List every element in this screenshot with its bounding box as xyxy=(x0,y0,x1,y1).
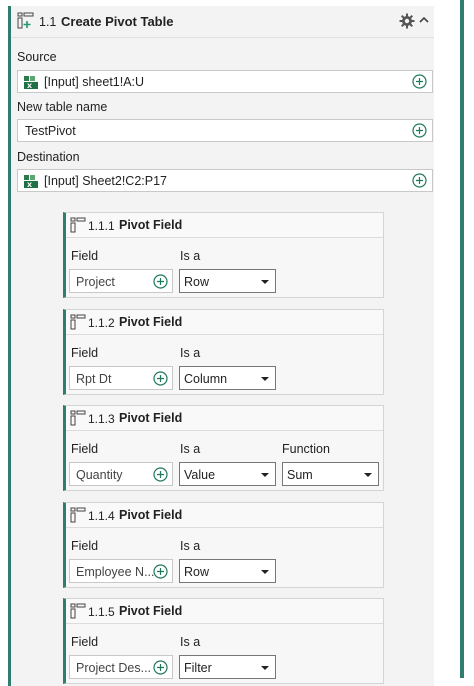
pivot-field-number: 1.1.3 xyxy=(88,412,115,426)
field-input[interactable]: Project Des... xyxy=(69,655,173,679)
source-field[interactable]: X [Input] sheet1!A:U xyxy=(17,70,433,93)
chevron-up-icon[interactable] xyxy=(418,14,430,29)
is-a-label: Is a xyxy=(180,249,201,263)
pivot-field-title: Pivot Field xyxy=(119,218,183,232)
add-circle-icon[interactable] xyxy=(153,274,168,289)
is-a-label: Is a xyxy=(180,539,201,553)
svg-text:X: X xyxy=(27,82,32,89)
excel-range-icon: X xyxy=(24,76,38,92)
pivot-field-icon xyxy=(70,410,86,429)
pivot-field-header[interactable]: 1.1.2 Pivot Field xyxy=(66,310,383,335)
pivot-field-card: 1.1.4 Pivot Field Field Is a Employee N.… xyxy=(63,502,384,588)
field-input[interactable]: Employee N... xyxy=(69,559,173,583)
is-a-select[interactable]: Filter xyxy=(179,655,276,679)
is-a-select[interactable]: Column xyxy=(179,366,276,390)
action-number: 1.1 xyxy=(39,15,57,29)
destination-label: Destination xyxy=(17,150,80,164)
svg-text:X: X xyxy=(27,181,32,188)
is-a-value: Value xyxy=(184,468,216,482)
field-input[interactable]: Rpt Dt xyxy=(69,366,173,390)
is-a-select[interactable]: Value xyxy=(179,462,276,486)
field-value: Project Des... xyxy=(76,661,152,675)
pivot-field-header[interactable]: 1.1.4 Pivot Field xyxy=(66,503,383,528)
field-label: Field xyxy=(71,346,99,360)
pivot-field-title: Pivot Field xyxy=(119,508,183,522)
function-value: Sum xyxy=(287,468,313,482)
is-a-select[interactable]: Row xyxy=(179,559,276,583)
new-table-name-field[interactable]: TestPivot xyxy=(17,119,433,142)
is-a-label: Is a xyxy=(180,346,201,360)
pivot-field-number: 1.1.1 xyxy=(88,219,115,233)
field-label: Field xyxy=(71,442,99,456)
dropdown-arrow-icon xyxy=(261,570,269,574)
add-circle-icon[interactable] xyxy=(412,123,427,138)
excel-range-icon: X xyxy=(24,175,38,191)
pivot-field-title: Pivot Field xyxy=(119,604,183,618)
is-a-label: Is a xyxy=(180,635,201,649)
pivot-field-card: 1.1.1 Pivot Field Field Is a Project Row xyxy=(63,212,384,298)
dropdown-arrow-icon xyxy=(364,473,372,477)
right-accent-bar xyxy=(460,0,464,678)
source-label: Source xyxy=(17,50,57,64)
pivot-field-card: 1.1.5 Pivot Field Field Is a Project Des… xyxy=(63,598,384,684)
pivot-field-number: 1.1.5 xyxy=(88,605,115,619)
add-circle-icon[interactable] xyxy=(153,467,168,482)
dropdown-arrow-icon xyxy=(261,473,269,477)
pivot-field-header[interactable]: 1.1.5 Pivot Field xyxy=(66,599,383,624)
field-value: Quantity xyxy=(76,468,123,482)
is-a-value: Row xyxy=(184,275,210,289)
dropdown-arrow-icon xyxy=(261,280,269,284)
source-value: [Input] sheet1!A:U xyxy=(44,75,145,89)
field-label: Field xyxy=(71,635,99,649)
pivot-field-number: 1.1.2 xyxy=(88,316,115,330)
add-circle-icon[interactable] xyxy=(412,74,427,89)
pivot-field-icon xyxy=(70,507,86,526)
destination-value: [Input] Sheet2!C2:P17 xyxy=(44,174,168,188)
is-a-label: Is a xyxy=(180,442,201,456)
gear-icon[interactable] xyxy=(399,13,415,32)
is-a-value: Filter xyxy=(184,661,212,675)
field-label: Field xyxy=(71,249,99,263)
field-input[interactable]: Quantity xyxy=(69,462,173,486)
is-a-select[interactable]: Row xyxy=(179,269,276,293)
dropdown-arrow-icon xyxy=(261,666,269,670)
function-label: Function xyxy=(282,442,330,456)
pivot-field-icon xyxy=(70,603,86,622)
new-table-name-value: TestPivot xyxy=(25,124,76,138)
new-table-name-label: New table name xyxy=(17,100,108,114)
field-input[interactable]: Project xyxy=(69,269,173,293)
is-a-value: Column xyxy=(184,372,228,386)
add-circle-icon[interactable] xyxy=(153,564,168,579)
pivot-field-title: Pivot Field xyxy=(119,315,183,329)
is-a-value: Row xyxy=(184,565,210,579)
create-pivot-table-panel: 1.1 Create Pivot Table Source X [Input] … xyxy=(8,6,434,686)
pivot-table-add-icon xyxy=(17,12,37,33)
pivot-field-card: 1.1.3 Pivot Field Field Is a Function Qu… xyxy=(63,405,384,491)
dropdown-arrow-icon xyxy=(261,377,269,381)
field-value: Project xyxy=(76,275,115,289)
add-circle-icon[interactable] xyxy=(153,660,168,675)
pivot-field-header[interactable]: 1.1.1 Pivot Field xyxy=(66,213,383,238)
pivot-field-number: 1.1.4 xyxy=(88,509,115,523)
pivot-field-title: Pivot Field xyxy=(119,411,183,425)
add-circle-icon[interactable] xyxy=(153,371,168,386)
action-title: Create Pivot Table xyxy=(61,14,174,29)
destination-field[interactable]: X [Input] Sheet2!C2:P17 xyxy=(17,169,433,192)
function-select[interactable]: Sum xyxy=(282,462,379,486)
pivot-field-icon xyxy=(70,314,86,333)
field-label: Field xyxy=(71,539,99,553)
field-value: Rpt Dt xyxy=(76,372,112,386)
field-value: Employee N... xyxy=(76,565,155,579)
pivot-field-card: 1.1.2 Pivot Field Field Is a Rpt Dt Colu… xyxy=(63,309,384,395)
pivot-field-header[interactable]: 1.1.3 Pivot Field xyxy=(66,406,383,431)
add-circle-icon[interactable] xyxy=(412,173,427,188)
action-header[interactable]: 1.1 Create Pivot Table xyxy=(11,6,434,38)
pivot-field-icon xyxy=(70,217,86,236)
